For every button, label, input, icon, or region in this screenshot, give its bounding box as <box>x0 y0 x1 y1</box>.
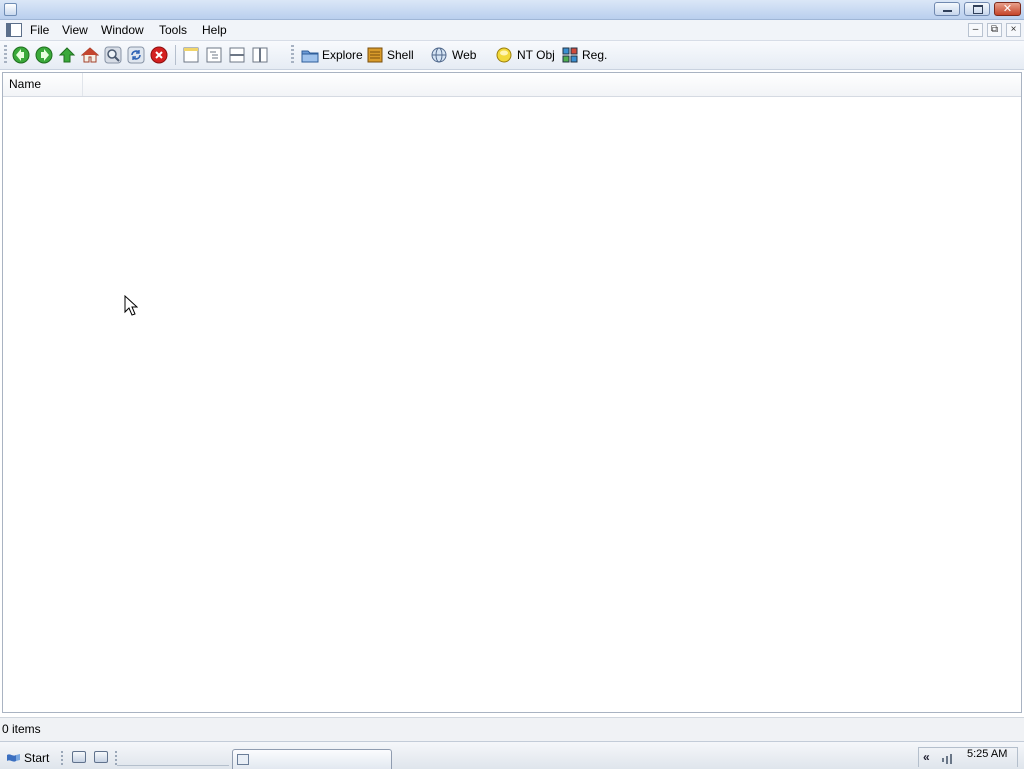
app-icon[interactable] <box>4 3 17 16</box>
window-app-icon <box>237 754 249 765</box>
taskbar-grip[interactable] <box>61 751 63 766</box>
mdi-restore-button[interactable]: ⧉ <box>987 23 1002 37</box>
registry-icon[interactable] <box>561 46 579 64</box>
home-icon[interactable] <box>81 46 99 64</box>
taskbar-empty-slot <box>117 750 229 766</box>
window-close-button[interactable] <box>994 2 1021 16</box>
up-arrow-icon[interactable] <box>58 46 76 64</box>
file-list-view[interactable]: Name <box>2 72 1022 713</box>
globe-icon[interactable] <box>430 46 448 64</box>
search-icon[interactable] <box>104 46 122 64</box>
volume-icon[interactable] <box>941 754 955 764</box>
stop-icon[interactable] <box>150 46 168 64</box>
explore-button[interactable]: Explore <box>322 46 363 64</box>
mouse-cursor-icon <box>124 295 138 316</box>
refresh-icon[interactable] <box>127 46 145 64</box>
clock[interactable]: 5:25 AM <box>967 748 1007 760</box>
toolbar-grip[interactable] <box>291 45 294 65</box>
start-flag-icon <box>7 754 20 762</box>
start-button[interactable]: Start <box>6 749 49 767</box>
tray-expand-chevron[interactable]: « <box>923 750 930 764</box>
status-bar: 0 items <box>0 717 1024 741</box>
system-tray: « 5:25 AM <box>918 747 1018 767</box>
quick-launch-explorer-icon[interactable] <box>94 751 108 763</box>
forward-arrow-icon[interactable] <box>35 46 53 64</box>
reg-button[interactable]: Reg. <box>582 46 607 64</box>
single-pane-icon[interactable] <box>182 46 200 64</box>
tree-pane-icon[interactable] <box>205 46 223 64</box>
menu-window[interactable]: Window <box>100 22 145 38</box>
nt-object-icon[interactable] <box>495 46 513 64</box>
shell-icon[interactable] <box>366 46 384 64</box>
menu-tools[interactable]: Tools <box>158 22 188 38</box>
document-window-icon[interactable] <box>6 23 22 37</box>
column-header-row: Name <box>3 73 1021 97</box>
start-label: Start <box>24 751 50 765</box>
menu-view[interactable]: View <box>61 22 89 38</box>
back-arrow-icon[interactable] <box>12 46 30 64</box>
window-maximize-button[interactable] <box>964 2 990 16</box>
item-count-status: 0 items <box>2 722 41 736</box>
web-button[interactable]: Web <box>452 46 476 64</box>
toolbar-grip[interactable] <box>4 45 7 65</box>
folder-icon[interactable] <box>301 46 319 64</box>
horizontal-split-icon[interactable] <box>228 46 246 64</box>
shell-button[interactable]: Shell <box>387 46 414 64</box>
menu-help[interactable]: Help <box>201 22 228 38</box>
mdi-close-button[interactable]: × <box>1006 23 1021 37</box>
menu-bar: File View Window Tools Help – ⧉ × <box>0 20 1024 41</box>
toolbar: Explore Shell Web NT Obj Reg. <box>0 41 1024 70</box>
taskbar: Start « 5:25 AM <box>0 741 1024 769</box>
taskbar-window-button[interactable] <box>232 749 392 769</box>
mdi-minimize-button[interactable]: – <box>968 23 983 37</box>
vertical-split-icon[interactable] <box>251 46 269 64</box>
menu-file[interactable]: File <box>29 22 50 38</box>
window-minimize-button[interactable] <box>934 2 960 16</box>
title-bar[interactable] <box>0 0 1024 20</box>
show-desktop-icon[interactable] <box>72 751 86 763</box>
nt-obj-button[interactable]: NT Obj <box>517 46 555 64</box>
toolbar-separator <box>175 45 176 65</box>
column-header-name[interactable]: Name <box>3 73 83 96</box>
